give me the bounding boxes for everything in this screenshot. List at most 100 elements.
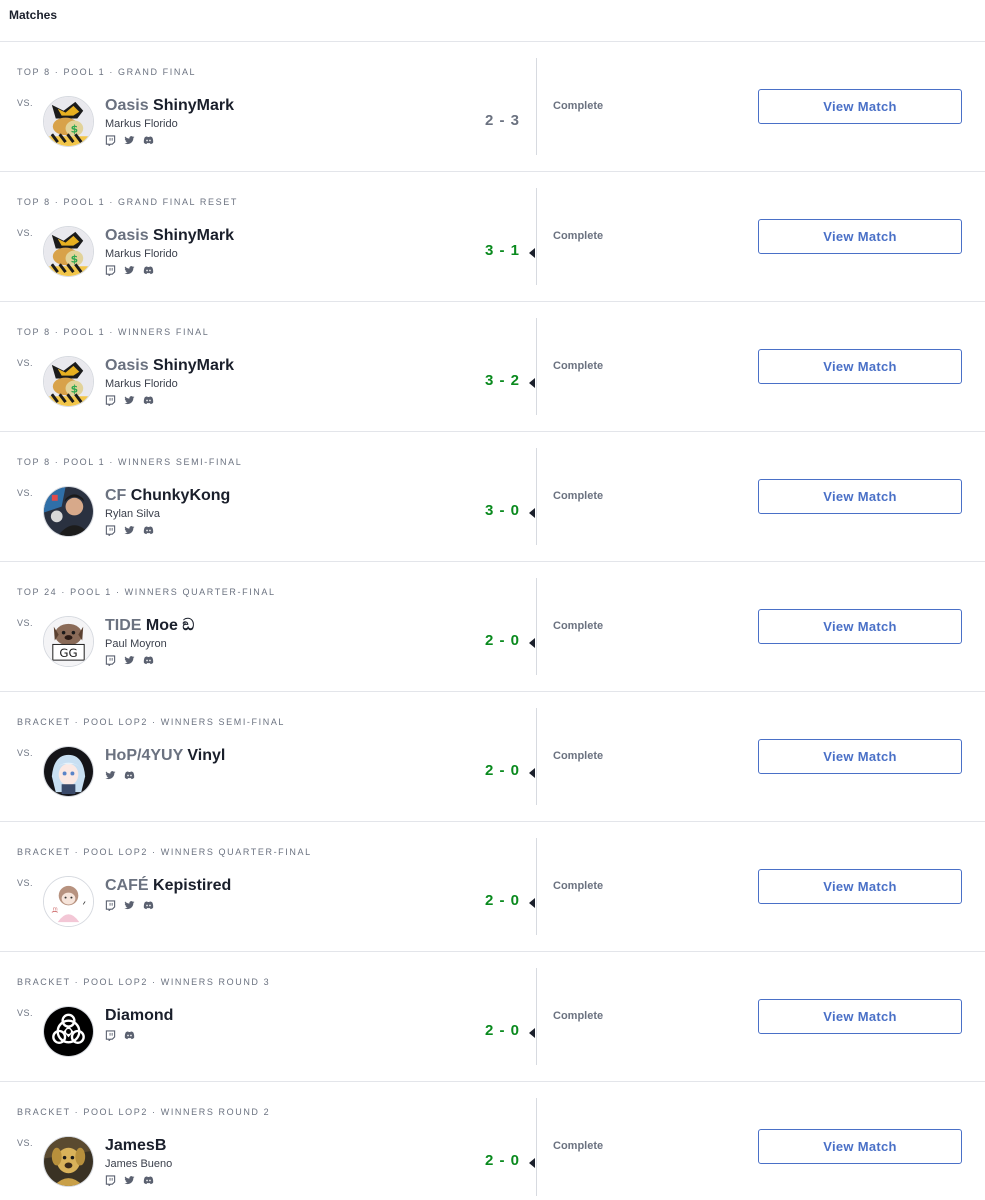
view-match-button[interactable]: View Match [758,89,962,124]
social-links [105,135,234,146]
twitch-icon[interactable] [105,525,116,536]
player-avatar[interactable] [43,486,94,537]
sponsor-prefix: Oasis [105,97,149,114]
round-label: TOP 8 · POOL 1 · GRAND FINAL RESET [17,197,238,207]
player-name[interactable]: Oasis ShinyMark [105,96,234,116]
twitter-icon[interactable] [124,135,135,146]
page-title: Matches [9,8,58,22]
twitter-icon[interactable] [124,265,135,276]
discord-icon[interactable] [143,265,154,276]
real-name: Markus Florido [105,248,178,260]
discord-icon[interactable] [143,525,154,536]
twitch-icon[interactable] [105,900,116,911]
match-score: 2 - 0 [484,892,520,909]
player-avatar[interactable] [43,1006,94,1057]
winner-marker-icon [529,898,535,908]
player-avatar[interactable] [43,746,94,797]
sponsor-prefix: CF [105,487,127,504]
player-avatar[interactable] [43,1136,94,1187]
twitter-icon[interactable] [124,1175,135,1186]
player-name[interactable]: CAFÉ Kepistired [105,876,231,896]
round-label: BRACKET · POOL LOP2 · WINNERS ROUND 3 [17,977,271,987]
player-info: Oasis ShinyMark Markus Florido [105,96,234,146]
view-match-button[interactable]: View Match [758,479,962,514]
player-name[interactable]: Oasis ShinyMark [105,226,234,246]
vs-label: VS. [17,618,34,628]
player-avatar[interactable]: GG [43,616,94,667]
match-status: Complete [553,1140,604,1152]
social-links [105,265,234,276]
twitch-icon[interactable] [105,135,116,146]
discord-icon[interactable] [124,770,135,781]
match-row: BRACKET · POOL LOP2 · WINNERS ROUND 2 VS… [0,1082,985,1200]
player-name[interactable]: TIDE Moe ඞ [105,616,194,636]
round-label: BRACKET · POOL LOP2 · WINNERS ROUND 2 [17,1107,271,1117]
svg-text:m: m [53,906,58,912]
match-score: 2 - 0 [484,632,520,649]
player-info: Oasis ShinyMark Markus Florido [105,226,234,276]
player-info: CF ChunkyKong Rylan Silva [105,486,230,536]
discord-icon[interactable] [124,1030,135,1041]
discord-icon[interactable] [143,1175,154,1186]
winner-marker-icon [529,248,535,258]
discord-icon[interactable] [143,655,154,666]
social-links [105,395,234,406]
match-status: Complete [553,750,604,762]
match-status: Complete [553,620,604,632]
discord-icon[interactable] [143,135,154,146]
svg-text:$: $ [71,122,79,135]
vs-label: VS. [17,1138,34,1148]
winner-marker-icon [529,768,535,778]
player-avatar[interactable]: $ [43,356,94,407]
real-name: Rylan Silva [105,508,161,520]
view-match-button[interactable]: View Match [758,999,962,1034]
player-avatar[interactable]: $ [43,96,94,147]
divider [536,838,537,935]
player-name[interactable]: Diamond [105,1006,173,1026]
divider [536,448,537,545]
gamertag: Kepistired [153,877,232,894]
sponsor-prefix: Oasis [105,357,149,374]
real-name: Paul Moyron [105,638,167,650]
view-match-button[interactable]: View Match [758,609,962,644]
view-match-button[interactable]: View Match [758,349,962,384]
gamertag: ShinyMark [153,357,234,374]
twitter-icon[interactable] [124,655,135,666]
twitch-icon[interactable] [105,1030,116,1041]
real-name: Markus Florido [105,378,178,390]
divider [536,708,537,805]
discord-icon[interactable] [143,395,154,406]
match-row: TOP 8 · POOL 1 · GRAND FINAL VS. $ Oasis… [0,42,985,172]
match-score: 3 - 0 [484,502,520,519]
match-status: Complete [553,880,604,892]
player-name[interactable]: HoP/4YUY Vinyl [105,746,225,766]
twitch-icon[interactable] [105,655,116,666]
match-status: Complete [553,1010,604,1022]
player-name[interactable]: Oasis ShinyMark [105,356,234,376]
twitch-icon[interactable] [105,395,116,406]
twitter-icon[interactable] [124,395,135,406]
discord-icon[interactable] [143,900,154,911]
match-row: TOP 8 · POOL 1 · GRAND FINAL RESET VS. $… [0,172,985,302]
twitter-icon[interactable] [105,770,116,781]
winner-marker-icon [529,508,535,518]
vs-label: VS. [17,228,34,238]
twitter-icon[interactable] [124,900,135,911]
round-label: TOP 24 · POOL 1 · WINNERS QUARTER-FINAL [17,587,276,597]
match-score: 3 - 2 [484,372,520,389]
twitter-icon[interactable] [124,525,135,536]
round-label: BRACKET · POOL LOP2 · WINNERS SEMI-FINAL [17,717,286,727]
view-match-button[interactable]: View Match [758,739,962,774]
match-status: Complete [553,230,604,242]
player-avatar[interactable]: $ [43,226,94,277]
player-avatar[interactable]: m [43,876,94,927]
player-name[interactable]: CF ChunkyKong [105,486,230,506]
divider [536,188,537,285]
svg-text:$: $ [71,252,79,265]
twitch-icon[interactable] [105,1175,116,1186]
player-name[interactable]: JamesB [105,1136,172,1156]
view-match-button[interactable]: View Match [758,219,962,254]
view-match-button[interactable]: View Match [758,1129,962,1164]
view-match-button[interactable]: View Match [758,869,962,904]
twitch-icon[interactable] [105,265,116,276]
